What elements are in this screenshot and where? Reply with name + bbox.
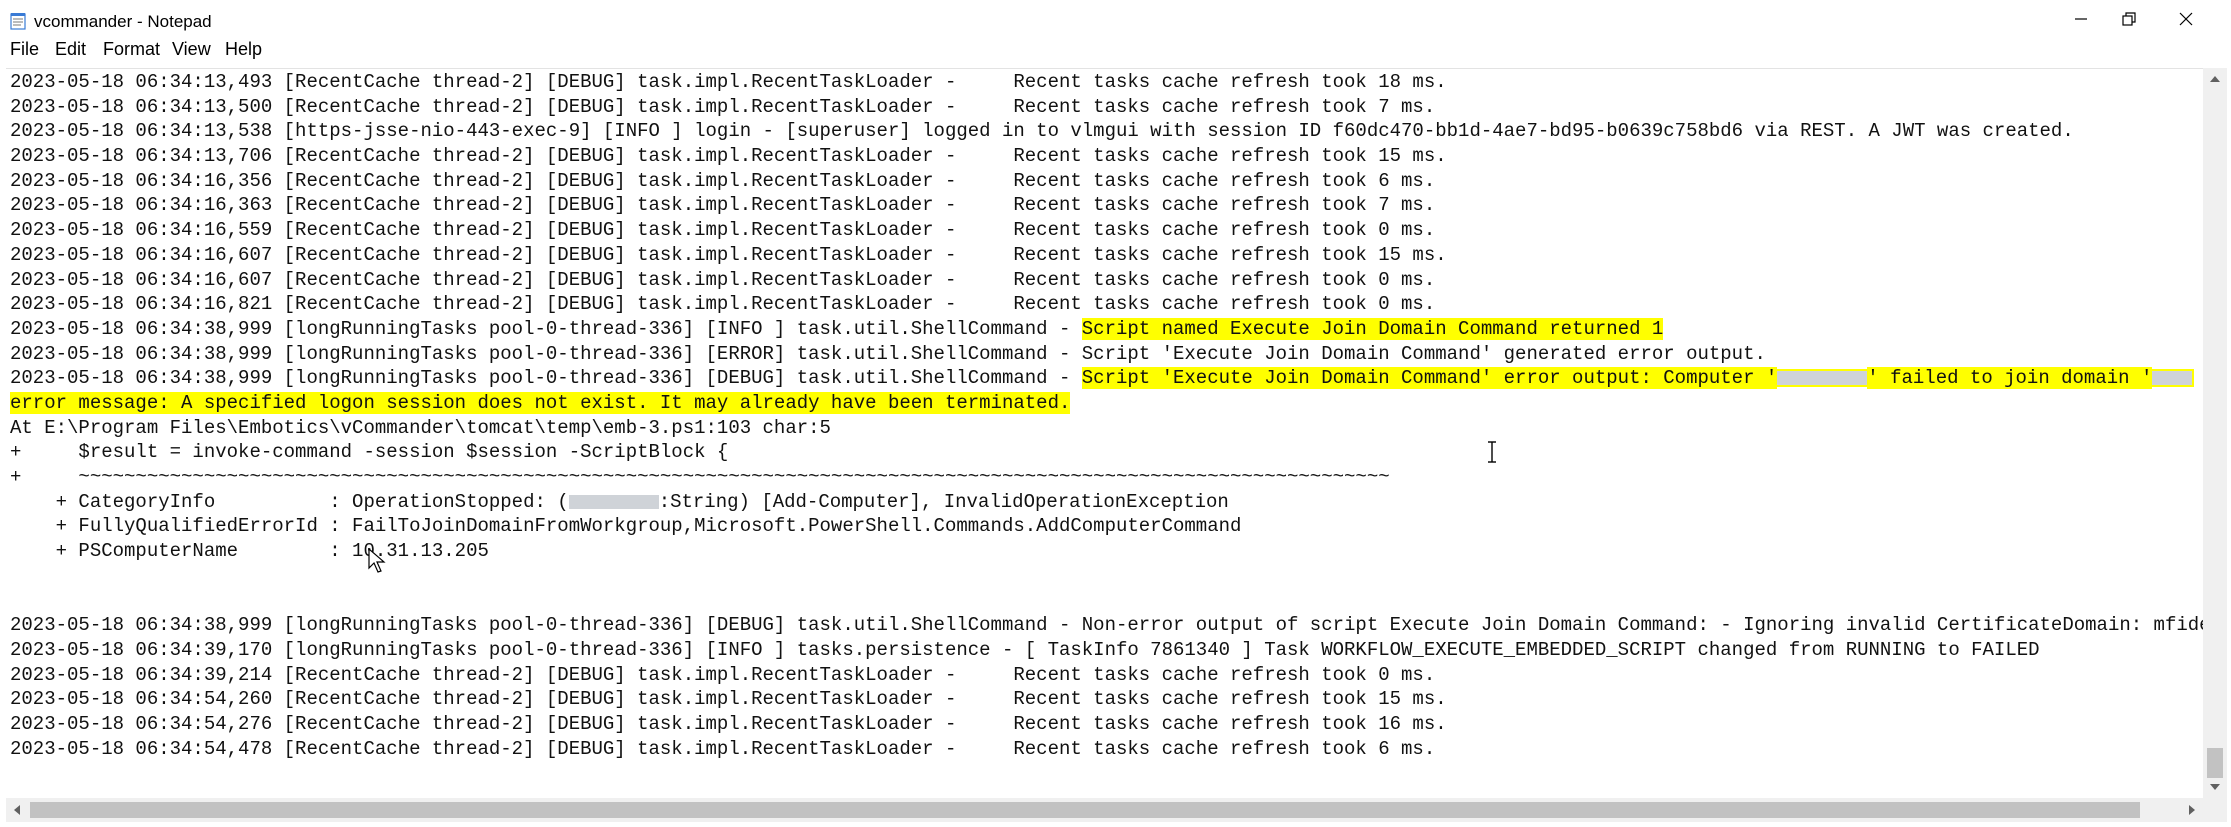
log-line: 2023-05-18 06:34:38,999 [longRunningTask… [10,317,2203,342]
log-line: 2023-05-18 06:34:16,356 [RecentCache thr… [10,169,2203,194]
log-text-segment: 2023-05-18 06:34:16,607 [RecentCache thr… [10,268,1436,291]
log-text-segment [10,565,21,587]
log-line: 2023-05-18 06:34:16,607 [RecentCache thr… [10,243,2203,268]
log-text-segment: + FullyQualifiedErrorId : FailToJoinDoma… [10,515,1242,538]
log-text-segment: 2023-05-18 06:34:16,363 [RecentCache thr… [10,194,1436,217]
log-line [10,564,2203,589]
log-text-segment: 2023-05-18 06:34:16,607 [RecentCache thr… [10,243,1447,266]
log-text-segment: 2023-05-18 06:34:38,999 [longRunningTask… [10,342,1766,365]
log-line: 2023-05-18 06:34:16,363 [RecentCache thr… [10,193,2203,218]
log-text-segment: 2023-05-18 06:34:38,999 [longRunningTask… [10,367,1082,390]
log-text-segment: 2023-05-18 06:34:13,706 [RecentCache thr… [10,145,1447,168]
mouse-pointer-icon [368,547,386,579]
log-text-segment: + PSComputerName : 10.31.13.205 [10,540,489,563]
log-line: At E:\Program Files\Embotics\vCommander\… [10,416,2203,441]
menu-view[interactable]: View [172,39,211,60]
minimize-icon [2074,12,2088,31]
redacted-text [568,494,659,509]
log-text-segment: 2023-05-18 06:34:13,500 [RecentCache thr… [10,95,1436,118]
log-text-segment: 2023-05-18 06:34:54,260 [RecentCache thr… [10,688,1447,711]
scroll-up-icon[interactable] [2210,76,2220,82]
vertical-scrollbar[interactable] [2203,68,2227,798]
text-editor[interactable]: 2023-05-18 06:34:13,493 [RecentCache thr… [6,68,2203,799]
log-text-segment: + CategoryInfo : OperationStopped: ( [10,490,569,513]
log-text-segment: 2023-05-18 06:34:38,999 [longRunningTask… [10,317,1082,340]
log-line: 2023-05-18 06:34:16,821 [RecentCache thr… [10,292,2203,317]
log-text-segment: 2023-05-18 06:34:39,214 [RecentCache thr… [10,663,1436,686]
horizontal-scroll-thumb[interactable] [30,802,2140,818]
log-line: + CategoryInfo : OperationStopped: ( :Str… [10,490,2203,515]
log-line: 2023-05-18 06:34:39,214 [RecentCache thr… [10,663,2203,688]
text-cursor-icon [1486,440,1498,469]
log-line: 2023-05-18 06:34:38,999 [longRunningTask… [10,342,2203,367]
log-text-segment: + ~~~~~~~~~~~~~~~~~~~~~~~~~~~~~~~~~~~~~~… [10,466,1390,488]
menu-file[interactable]: File [10,39,39,60]
log-line: 2023-05-18 06:34:13,706 [RecentCache thr… [10,144,2203,169]
log-line: + PSComputerName : 10.31.13.205 [10,539,2203,564]
log-line: 2023-05-18 06:34:13,538 [https-jsse-nio-… [10,119,2203,144]
log-text-segment: 2023-05-18 06:34:39,170 [longRunningTask… [10,638,2040,661]
notepad-icon [10,12,26,30]
log-line: 2023-05-18 06:34:38,999 [longRunningTask… [10,613,2203,638]
log-line: + $result = invoke-command -session $ses… [10,440,2203,465]
highlighted-text: Script 'Execute Join Domain Command' err… [1081,367,1778,390]
log-line: 2023-05-18 06:34:16,607 [RecentCache thr… [10,268,2203,293]
log-text-segment: 2023-05-18 06:34:54,276 [RecentCache thr… [10,712,1447,735]
redacted-text [1775,369,1870,388]
log-line [10,588,2203,613]
log-text-segment: 2023-05-18 06:34:38,999 [longRunningTask… [10,614,2203,637]
restore-icon [2122,11,2136,31]
log-line: 2023-05-18 06:34:13,493 [RecentCache thr… [10,70,2203,95]
menu-edit[interactable]: Edit [55,39,86,60]
title-bar[interactable]: vcommander - Notepad [0,0,2231,42]
log-line: + FullyQualifiedErrorId : FailToJoinDoma… [10,514,2203,539]
menu-format[interactable]: Format [103,39,160,60]
highlighted-text: ' failed to join domain ' [1867,367,2153,390]
vertical-scroll-thumb[interactable] [2207,748,2223,778]
log-text-segment: 2023-05-18 06:34:13,538 [https-jsse-nio-… [10,120,2074,143]
log-line: 2023-05-18 06:34:54,276 [RecentCache thr… [10,712,2203,737]
log-text-segment: 2023-05-18 06:34:16,821 [RecentCache thr… [10,293,1436,316]
close-icon [2179,12,2193,31]
menu-help[interactable]: Help [225,39,262,60]
log-text-segment: At E:\Program Files\Embotics\vCommander\… [10,416,831,439]
log-line: + ~~~~~~~~~~~~~~~~~~~~~~~~~~~~~~~~~~~~~~… [10,465,2203,490]
menu-bar: File Edit Format View Help [0,38,2231,64]
horizontal-scrollbar[interactable] [6,798,2203,822]
scroll-left-icon[interactable] [14,805,20,815]
scroll-down-icon[interactable] [2210,784,2220,790]
log-text: 2023-05-18 06:34:13,493 [RecentCache thr… [10,70,2203,761]
restore-button[interactable] [2098,0,2160,42]
log-line: 2023-05-18 06:34:39,170 [longRunningTask… [10,638,2203,663]
log-text-segment: + $result = invoke-command -session $ses… [10,441,729,464]
log-line: 2023-05-18 06:34:54,260 [RecentCache thr… [10,687,2203,712]
highlighted-text: error message: A specified logon session… [10,391,1071,414]
scrollbar-corner [2203,798,2227,822]
log-line: error message: A specified logon session… [10,391,2203,416]
highlighted-text: Script named Execute Join Domain Command… [1081,317,1664,340]
notepad-window: vcommander - Notepad File Edit Format Vi… [0,0,2231,827]
log-line: 2023-05-18 06:34:16,559 [RecentCache thr… [10,218,2203,243]
log-line: 2023-05-18 06:34:13,500 [RecentCache thr… [10,95,2203,120]
log-line: 2023-05-18 06:34:38,999 [longRunningTask… [10,366,2203,391]
scroll-right-icon[interactable] [2189,805,2195,815]
log-text-segment [10,589,21,611]
log-line: 2023-05-18 06:34:54,478 [RecentCache thr… [10,737,2203,762]
log-text-segment: :String) [Add-Computer], InvalidOperatio… [658,490,1229,513]
window-title: vcommander - Notepad [34,12,212,31]
log-text-segment: 2023-05-18 06:34:16,356 [RecentCache thr… [10,169,1436,192]
log-text-segment: 2023-05-18 06:34:16,559 [RecentCache thr… [10,219,1436,242]
redacted-text [2150,369,2195,388]
log-text-segment: 2023-05-18 06:34:13,493 [RecentCache thr… [10,71,1447,93]
log-text-segment: 2023-05-18 06:34:54,478 [RecentCache thr… [10,737,1436,760]
close-button[interactable] [2155,0,2217,42]
